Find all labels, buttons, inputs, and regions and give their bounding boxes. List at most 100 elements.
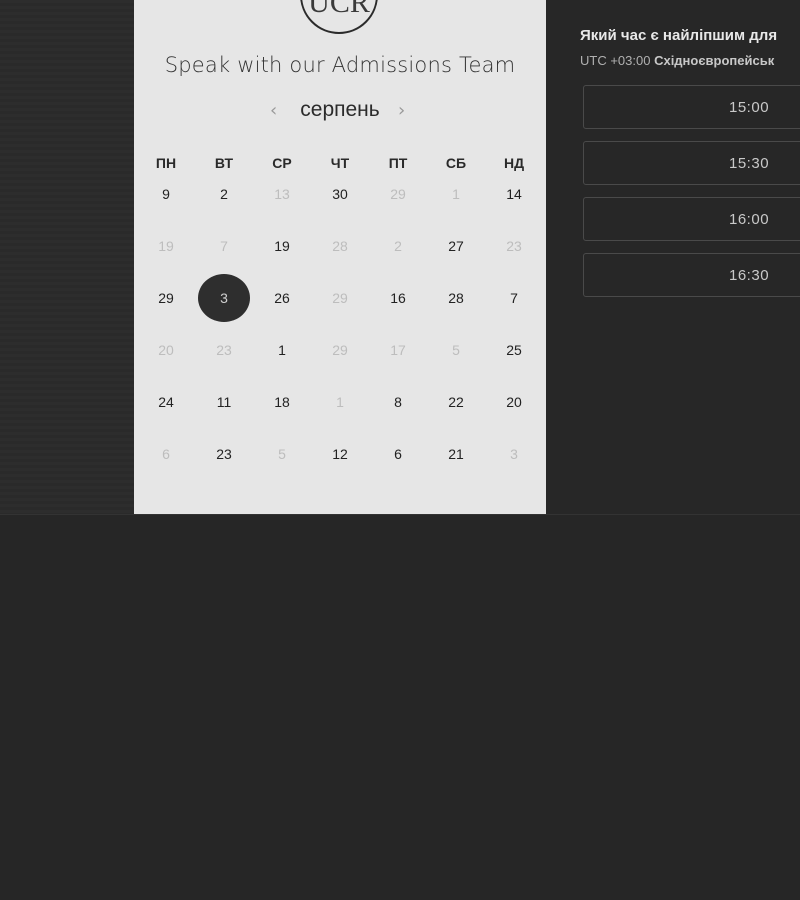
calendar-day-number: 14 <box>506 186 522 202</box>
calendar-day[interactable]: 21 <box>427 428 485 480</box>
calendar-day-disabled: 6 <box>137 428 195 480</box>
calendar-day[interactable]: 19 <box>253 220 311 272</box>
calendar-day-disabled: 28 <box>311 220 369 272</box>
time-slot-button[interactable]: 16:30 <box>583 253 800 297</box>
calendar-day-number: 11 <box>216 394 232 410</box>
calendar-day-number: 27 <box>448 238 464 254</box>
calendar-day-disabled: 29 <box>311 324 369 376</box>
calendar-day-disabled: 19 <box>137 220 195 272</box>
logo-text: UCR <box>308 0 370 19</box>
calendar-day-disabled: 20 <box>137 324 195 376</box>
calendar-day[interactable]: 26 <box>253 272 311 324</box>
calendar-day[interactable]: 30 <box>311 168 369 220</box>
calendar-day-disabled: 2 <box>369 220 427 272</box>
calendar-day-number: 1 <box>278 342 286 358</box>
calendar-day[interactable]: 6 <box>369 428 427 480</box>
calendar-panel: UCR Speak with our Admissions Team ‹ сер… <box>134 0 546 514</box>
calendar-day-number: 9 <box>162 186 170 202</box>
calendar-day-number: 8 <box>394 394 402 410</box>
calendar-week-row: 19 7 19 28 2 27 23 <box>137 220 543 272</box>
calendar-day-number: 24 <box>158 394 174 410</box>
calendar-day-number: 23 <box>216 446 232 462</box>
timezone-name: Східноєвропейськ <box>654 53 775 68</box>
calendar-day-disabled: 23 <box>195 324 253 376</box>
calendar-day-number: 21 <box>448 446 464 462</box>
calendar-day[interactable]: 29 <box>137 272 195 324</box>
calendar-day-number: 19 <box>274 238 290 254</box>
calendar-day[interactable]: 20 <box>485 376 543 428</box>
calendar-day[interactable]: 7 <box>485 272 543 324</box>
calendar-day-disabled: 5 <box>253 428 311 480</box>
calendar-day-number: 29 <box>332 290 348 306</box>
calendar-day-number: 16 <box>390 290 406 306</box>
calendar-day[interactable]: 11 <box>195 376 253 428</box>
calendar-week-row: 29 3 26 29 16 28 7 <box>137 272 543 324</box>
page-title: Speak with our Admissions Team <box>164 53 516 77</box>
background-strip <box>0 0 134 514</box>
calendar-day[interactable]: 12 <box>311 428 369 480</box>
calendar-day-number: 18 <box>274 394 290 410</box>
calendar-day-number: 6 <box>162 446 170 462</box>
calendar-day[interactable]: 25 <box>485 324 543 376</box>
calendar-grid: 9 2 13 30 29 1 14 19 7 19 28 2 27 23 29 3 26 29 16 28 7 20 23 1… <box>137 168 543 480</box>
calendar-day-number: 25 <box>506 342 522 358</box>
calendar-day[interactable]: 22 <box>427 376 485 428</box>
calendar-day[interactable]: 18 <box>253 376 311 428</box>
calendar-day[interactable]: 14 <box>485 168 543 220</box>
calendar-day-disabled: 3 <box>485 428 543 480</box>
calendar-day[interactable]: 8 <box>369 376 427 428</box>
month-label: серпень <box>300 98 380 121</box>
time-slot-button[interactable]: 16:00 <box>583 197 800 241</box>
time-slot-label: 15:00 <box>729 99 770 116</box>
calendar-day-number: 23 <box>216 342 232 358</box>
calendar-day-number: 6 <box>394 446 402 462</box>
calendar-day-number: 5 <box>278 446 286 462</box>
time-slot-button[interactable]: 15:30 <box>583 141 800 185</box>
time-slot-label: 16:00 <box>729 211 770 228</box>
calendar-day-disabled: 29 <box>369 168 427 220</box>
calendar-day-number: 13 <box>274 186 290 202</box>
calendar-day-number: 28 <box>332 238 348 254</box>
calendar-day-number: 3 <box>510 446 518 462</box>
calendar-day[interactable]: 16 <box>369 272 427 324</box>
time-question: Який час є найліпшим для <box>580 27 778 44</box>
calendar-day-disabled: 1 <box>427 168 485 220</box>
logo: UCR <box>300 0 378 34</box>
calendar-day[interactable]: 1 <box>253 324 311 376</box>
calendar-day-number: 29 <box>332 342 348 358</box>
calendar-day-number: 2 <box>394 238 402 254</box>
time-slot-button[interactable]: 15:00 <box>583 85 800 129</box>
calendar-day[interactable]: 9 <box>137 168 195 220</box>
calendar-day-number: 20 <box>158 342 174 358</box>
calendar-day-number: 19 <box>158 238 174 254</box>
calendar-day-number: 3 <box>220 290 228 306</box>
time-slot-label: 16:30 <box>729 267 770 284</box>
calendar-day-number: 29 <box>390 186 406 202</box>
calendar-day-number: 2 <box>220 186 228 202</box>
calendar-day-number: 7 <box>220 238 228 254</box>
calendar-day-number: 20 <box>506 394 522 410</box>
calendar-day[interactable]: 27 <box>427 220 485 272</box>
calendar-week-row: 6 23 5 12 6 21 3 <box>137 428 543 480</box>
calendar-week-row: 20 23 1 29 17 5 25 <box>137 324 543 376</box>
calendar-day[interactable]: 23 <box>195 428 253 480</box>
calendar-day-number: 17 <box>390 342 406 358</box>
calendar-day-disabled: 5 <box>427 324 485 376</box>
month-navigation: ‹ серпень › <box>134 97 546 125</box>
calendar-day-disabled: 1 <box>311 376 369 428</box>
calendar-day[interactable]: 28 <box>427 272 485 324</box>
calendar-day-number: 7 <box>510 290 518 306</box>
calendar-day-selected[interactable]: 3 <box>195 272 253 324</box>
timezone-offset: UTC +03:00 <box>580 53 651 68</box>
calendar-day-number: 29 <box>158 290 174 306</box>
timezone-label: UTC +03:00 Східноєвропейськ <box>580 53 774 68</box>
calendar-day[interactable]: 2 <box>195 168 253 220</box>
divider <box>0 514 800 515</box>
calendar-day-number: 26 <box>274 290 290 306</box>
calendar-day[interactable]: 24 <box>137 376 195 428</box>
calendar-day-disabled: 13 <box>253 168 311 220</box>
calendar-day-disabled: 17 <box>369 324 427 376</box>
calendar-day-number: 1 <box>336 394 344 410</box>
calendar-week-row: 9 2 13 30 29 1 14 <box>137 168 543 220</box>
chevron-right-icon[interactable]: › <box>398 100 405 121</box>
